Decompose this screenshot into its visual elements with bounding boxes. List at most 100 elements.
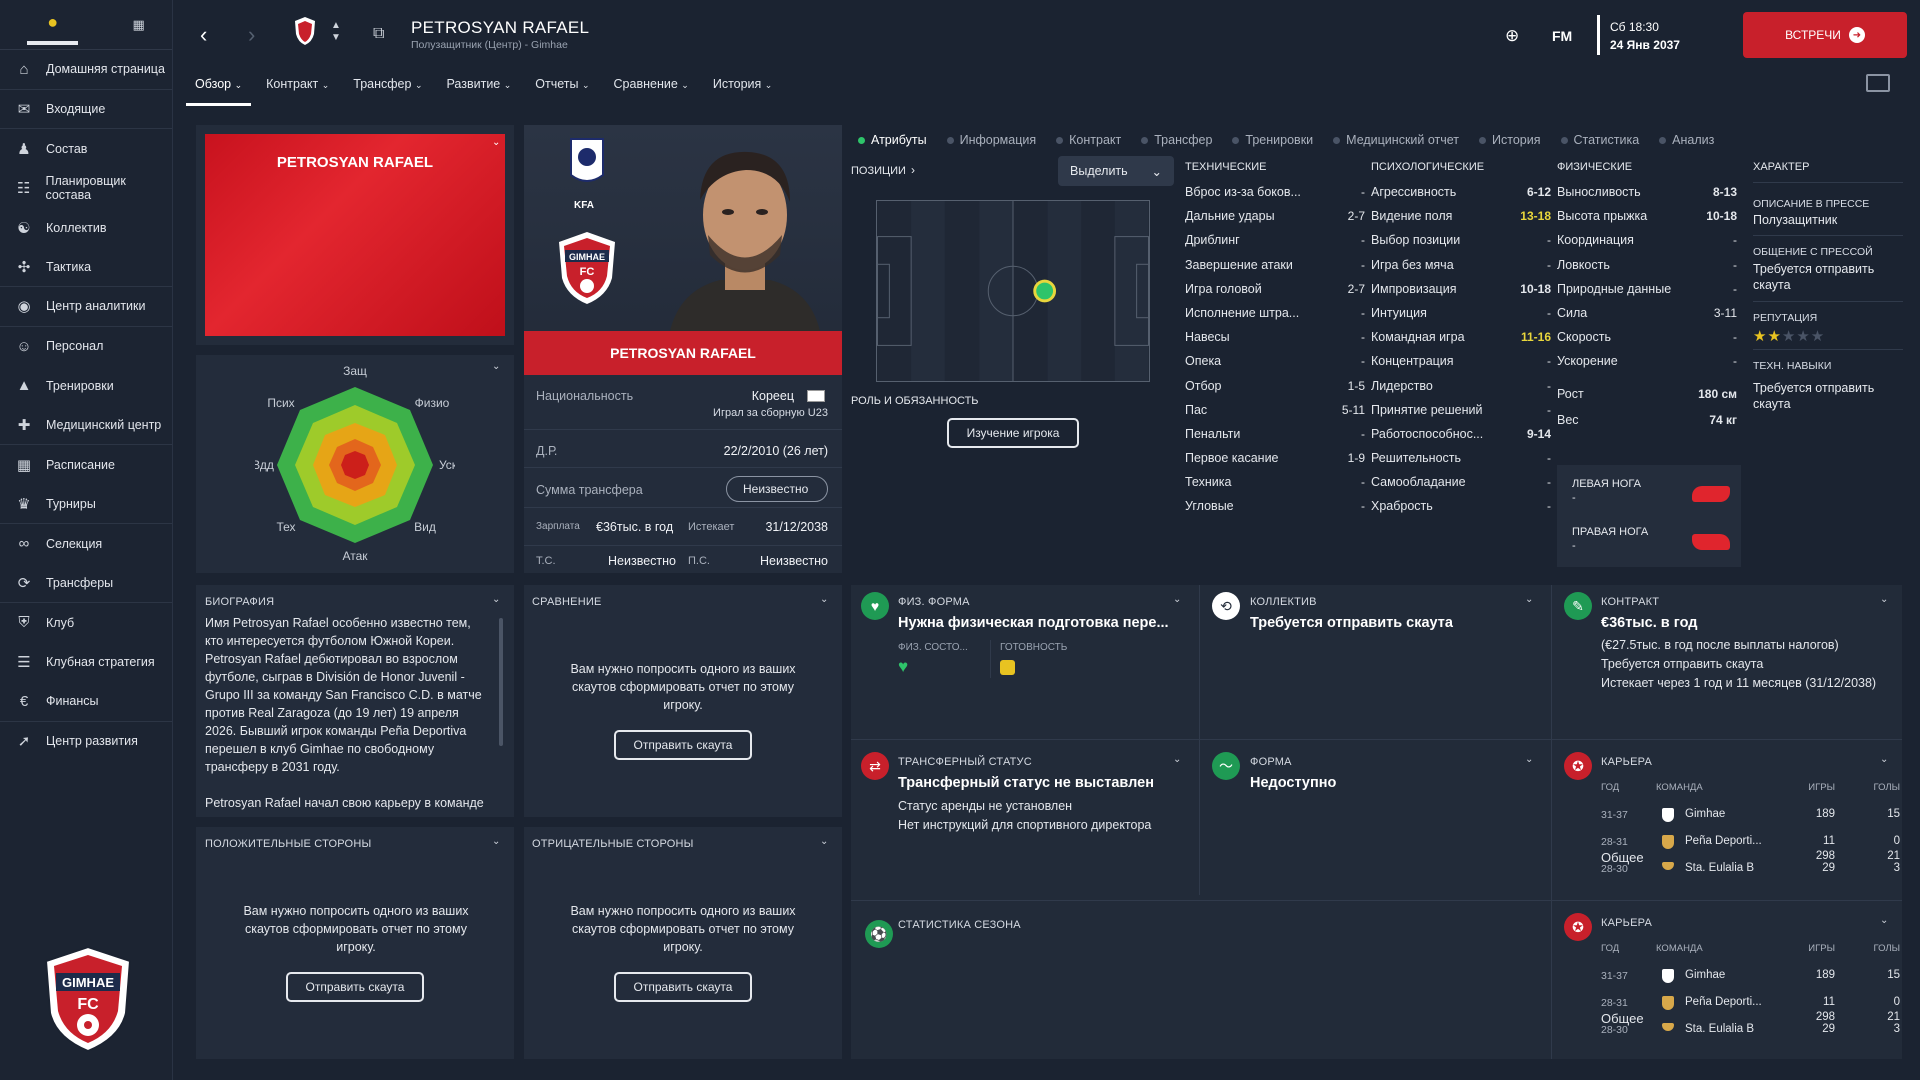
meetings-button[interactable]: ВСТРЕЧИ ➜ bbox=[1743, 12, 1907, 58]
attr-tab[interactable]: История bbox=[1479, 133, 1541, 147]
attribute-row[interactable]: Принятие решений - bbox=[1371, 403, 1551, 427]
sidebar-item-planner[interactable]: ☷ Планировщик состава bbox=[0, 169, 172, 209]
career-team[interactable]: Gimhae bbox=[1685, 969, 1725, 981]
sidebar-item-squad[interactable]: ♟ Состав bbox=[0, 129, 172, 169]
sidebar-item-home[interactable]: ⌂ Домашняя страница bbox=[0, 50, 172, 90]
form-chevron-icon[interactable]: ⌄ bbox=[1525, 754, 1533, 765]
contract-title[interactable]: КОНТРАКТ bbox=[1601, 596, 1659, 608]
neg-send-scout-button[interactable]: Отправить скаута bbox=[614, 972, 752, 1002]
attribute-row[interactable]: Природные данные - bbox=[1557, 282, 1737, 306]
globe-icon[interactable]: ⊕ bbox=[1505, 26, 1519, 46]
sidebar-item-mail[interactable]: ✉ Входящие bbox=[0, 90, 172, 129]
attr-tab[interactable]: Атрибуты bbox=[858, 133, 927, 147]
menu-item[interactable]: Трансфер ⌄ bbox=[344, 77, 431, 106]
attribute-row[interactable]: Выносливость 8-13 bbox=[1557, 185, 1737, 209]
career-team[interactable]: Sta. Eulalia B bbox=[1685, 1023, 1754, 1032]
attribute-row[interactable]: Решительность - bbox=[1371, 451, 1551, 475]
attribute-row[interactable]: Агрессивность 6-12 bbox=[1371, 185, 1551, 209]
attr-tab[interactable]: Контракт bbox=[1056, 133, 1121, 147]
sidebar-item-staff[interactable]: ☺ Персонал bbox=[0, 327, 172, 367]
attribute-row[interactable]: Дриблинг - bbox=[1185, 233, 1365, 257]
menu-item[interactable]: Обзор ⌄ bbox=[186, 77, 252, 106]
radar-chevron-icon[interactable]: ⌄ bbox=[492, 361, 500, 372]
attribute-row[interactable]: Техника - bbox=[1185, 475, 1365, 499]
attribute-row[interactable]: Импровизация 10-18 bbox=[1371, 282, 1551, 306]
career-team[interactable]: Peña Deporti... bbox=[1685, 996, 1762, 1008]
sidebar-item-finance[interactable]: € Финансы bbox=[0, 682, 172, 722]
attr-tab[interactable]: Медицинский отчет bbox=[1333, 133, 1459, 147]
career-team[interactable]: Gimhae bbox=[1685, 808, 1725, 820]
attribute-row[interactable]: Ускорение - bbox=[1557, 354, 1737, 378]
menu-item[interactable]: История ⌄ bbox=[704, 77, 782, 106]
attribute-row[interactable]: Пас 5-11 bbox=[1185, 403, 1365, 427]
monitor-icon[interactable] bbox=[1866, 74, 1890, 92]
career-title[interactable]: КАРЬЕРА bbox=[1601, 756, 1652, 768]
sidebar-item-calendar[interactable]: ▦ Расписание bbox=[0, 445, 172, 485]
team-chevron-icon[interactable]: ⌄ bbox=[1525, 594, 1533, 605]
menu-item[interactable]: Отчеты ⌄ bbox=[526, 77, 598, 106]
highlight-select[interactable]: Выделить ⌄ bbox=[1058, 156, 1174, 186]
attribute-row[interactable]: Игра головой 2-7 bbox=[1185, 282, 1365, 306]
form-title[interactable]: ФОРМА bbox=[1250, 756, 1292, 768]
career-chevron-icon[interactable]: ⌄ bbox=[1880, 754, 1888, 765]
attribute-row[interactable]: Дальние удары 2-7 bbox=[1185, 209, 1365, 233]
career-team[interactable]: Sta. Eulalia B bbox=[1685, 862, 1754, 871]
bio-scrollbar[interactable] bbox=[499, 618, 503, 746]
attribute-row[interactable]: Сила 3-11 bbox=[1557, 306, 1737, 330]
attr-tab[interactable]: Тренировки bbox=[1232, 133, 1313, 147]
bio-title[interactable]: БИОГРАФИЯ bbox=[205, 596, 274, 608]
compare-send-scout-button[interactable]: Отправить скаута bbox=[614, 730, 752, 760]
attribute-row[interactable]: Концентрация - bbox=[1371, 354, 1551, 378]
neg-sides-title[interactable]: ОТРИЦАТЕЛЬНЫЕ СТОРОНЫ bbox=[532, 838, 694, 850]
attribute-row[interactable]: Навесы - bbox=[1185, 330, 1365, 354]
career-title-2[interactable]: КАРЬЕРА bbox=[1601, 917, 1652, 929]
menu-item[interactable]: Развитие ⌄ bbox=[438, 77, 521, 106]
attribute-row[interactable]: Пенальти - bbox=[1185, 427, 1365, 451]
attribute-row[interactable]: Исполнение штра... - bbox=[1185, 306, 1365, 330]
sidebar-item-analytics[interactable]: ◉ Центр аналитики bbox=[0, 287, 172, 327]
club-badge-icon[interactable]: ● bbox=[27, 4, 79, 45]
pos-sides-title[interactable]: ПОЛОЖИТЕЛЬНЫЕ СТОРОНЫ bbox=[205, 838, 371, 850]
attribute-row[interactable]: Игра без мяча - bbox=[1371, 258, 1551, 282]
attribute-row[interactable]: Видение поля 13-18 bbox=[1371, 209, 1551, 233]
attribute-row[interactable]: Высота прыжка 10-18 bbox=[1557, 209, 1737, 233]
sidebar-item-binoculars[interactable]: ∞ Селекция bbox=[0, 524, 172, 564]
attribute-row[interactable]: Командная игра 11-16 bbox=[1371, 330, 1551, 354]
attribute-row[interactable]: Храбрость - bbox=[1371, 499, 1551, 523]
attr-tab[interactable]: Информация bbox=[946, 133, 1036, 147]
fitness-chevron-icon[interactable]: ⌄ bbox=[1173, 594, 1181, 605]
binoculars-icon[interactable]: ⧉ bbox=[373, 25, 384, 43]
attribute-row[interactable]: Самообладание - bbox=[1371, 475, 1551, 499]
attr-tab[interactable]: Трансфер bbox=[1141, 133, 1212, 147]
compare-chevron-icon[interactable]: ⌄ bbox=[820, 594, 828, 605]
attr-tab[interactable]: Анализ bbox=[1659, 133, 1714, 147]
attribute-row[interactable]: Угловые - bbox=[1185, 499, 1365, 523]
pos-sides-chevron-icon[interactable]: ⌄ bbox=[492, 836, 500, 847]
forward-arrow-icon[interactable]: › bbox=[248, 22, 255, 48]
season-stats-title[interactable]: СТАТИСТИКА СЕЗОНА bbox=[898, 919, 1021, 931]
fm-logo[interactable]: FM bbox=[1552, 28, 1572, 44]
contract-chevron-icon[interactable]: ⌄ bbox=[1880, 594, 1888, 605]
attribute-row[interactable]: Работоспособнос... 9-14 bbox=[1371, 427, 1551, 451]
sidebar-item-training[interactable]: ▲ Тренировки bbox=[0, 366, 172, 406]
sidebar-item-development[interactable]: ➚ Центр развития bbox=[0, 722, 172, 762]
transfer-value-pill[interactable]: Неизвестно bbox=[726, 476, 828, 502]
study-player-button[interactable]: Изучение игрока bbox=[947, 418, 1079, 448]
attribute-row[interactable]: Выбор позиции - bbox=[1371, 233, 1551, 257]
flag-icon[interactable]: ▦ bbox=[132, 17, 144, 33]
updown-icon[interactable]: ▲ ▼ bbox=[331, 20, 341, 44]
chevron-down-icon[interactable]: ⌄ bbox=[492, 137, 500, 148]
career-team[interactable]: Peña Deporti... bbox=[1685, 835, 1762, 847]
career-chevron-icon-2[interactable]: ⌄ bbox=[1880, 915, 1888, 926]
back-arrow-icon[interactable]: ‹ bbox=[200, 22, 207, 48]
transfer-status-chevron-icon[interactable]: ⌄ bbox=[1173, 754, 1181, 765]
attribute-row[interactable]: Координация - bbox=[1557, 233, 1737, 257]
club-crest-small-icon[interactable] bbox=[293, 16, 317, 46]
menu-item[interactable]: Сравнение ⌄ bbox=[605, 77, 698, 106]
attribute-row[interactable]: Первое касание 1-9 bbox=[1185, 451, 1365, 475]
position-pitch[interactable] bbox=[876, 200, 1150, 382]
attribute-row[interactable]: Вброс из-за боков... - bbox=[1185, 185, 1365, 209]
menu-item[interactable]: Контракт ⌄ bbox=[257, 77, 338, 106]
pos-send-scout-button[interactable]: Отправить скаута bbox=[286, 972, 424, 1002]
bio-chevron-icon[interactable]: ⌄ bbox=[492, 594, 500, 605]
